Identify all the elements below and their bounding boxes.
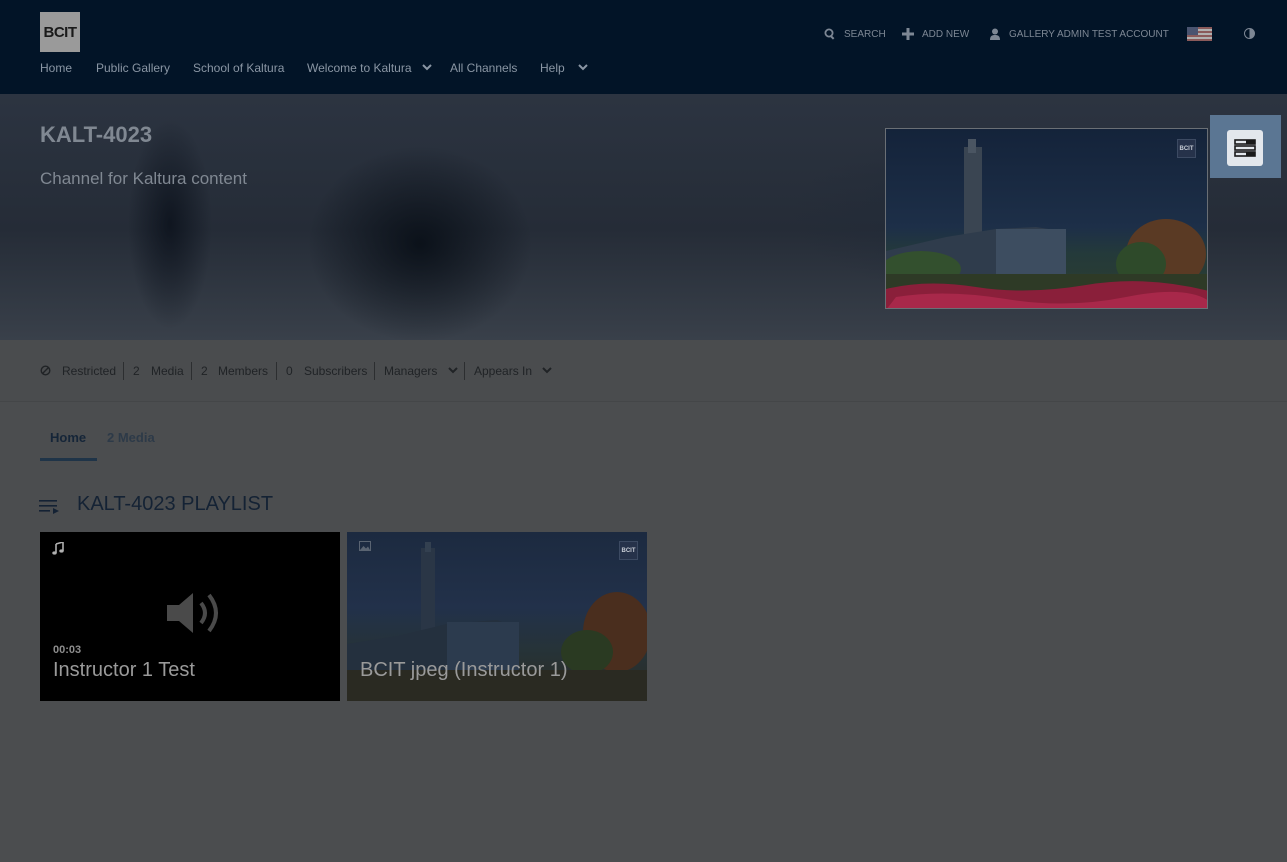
nav-help[interactable]: Help xyxy=(540,60,565,76)
divider xyxy=(191,362,192,380)
bcit-logo[interactable]: BCIT xyxy=(40,12,80,52)
playlist-item[interactable]: 00:03 Instructor 1 Test xyxy=(40,532,340,701)
language-flag-icon[interactable] xyxy=(1187,27,1212,41)
bcit-badge-icon: BCIT xyxy=(1177,139,1196,158)
chevron-down-icon[interactable] xyxy=(447,363,459,377)
bcit-badge-icon: BCIT xyxy=(619,541,638,560)
search-label: SEARCH xyxy=(844,28,886,40)
contrast-toggle-icon[interactable] xyxy=(1244,28,1255,39)
playlist-icon xyxy=(39,500,59,514)
media-label: Media xyxy=(151,364,184,378)
media-duration: 00:03 xyxy=(53,644,82,656)
divider xyxy=(123,362,124,380)
speaker-icon xyxy=(167,593,218,633)
plus-icon xyxy=(902,28,914,40)
divider xyxy=(276,362,277,380)
media-count: 2 xyxy=(133,364,140,378)
members-count: 2 xyxy=(201,364,208,378)
search-icon xyxy=(824,28,835,40)
playlist-item[interactable]: BCIT BCIT jpeg (Instructor 1) xyxy=(347,532,647,701)
top-header xyxy=(0,0,1287,94)
restricted-icon xyxy=(40,365,51,376)
account-menu[interactable]: GALLERY ADMIN TEST ACCOUNT xyxy=(989,26,1169,42)
account-label: GALLERY ADMIN TEST ACCOUNT xyxy=(1009,28,1169,40)
menu-list-icon xyxy=(1227,130,1263,166)
channel-actions-button[interactable] xyxy=(1210,115,1281,178)
add-new-label: ADD NEW xyxy=(922,28,970,40)
tab-media[interactable]: 2 Media xyxy=(107,430,155,445)
nav-home[interactable]: Home xyxy=(40,60,72,76)
privacy-status: Restricted xyxy=(62,364,117,378)
search-link[interactable]: SEARCH xyxy=(824,26,886,42)
user-icon xyxy=(990,28,1000,40)
channel-thumbnail: BCIT xyxy=(885,128,1208,309)
add-new-link[interactable]: ADD NEW xyxy=(902,26,969,42)
nav-all-channels[interactable]: All Channels xyxy=(450,60,517,76)
campus-building-image xyxy=(886,139,1207,308)
nav-school-of-kaltura[interactable]: School of Kaltura xyxy=(193,60,284,76)
nav-welcome-to-kaltura[interactable]: Welcome to Kaltura xyxy=(307,60,412,76)
chevron-down-icon[interactable] xyxy=(421,60,433,74)
music-note-icon xyxy=(52,542,64,555)
subscribers-label: Subscribers xyxy=(304,364,368,378)
image-icon xyxy=(359,541,371,551)
media-title[interactable]: BCIT jpeg (Instructor 1) xyxy=(360,659,567,682)
media-title[interactable]: Instructor 1 Test xyxy=(53,659,195,682)
divider xyxy=(464,362,465,380)
nav-public-gallery[interactable]: Public Gallery xyxy=(96,60,170,76)
chevron-down-icon[interactable] xyxy=(577,60,589,74)
channel-details-bar xyxy=(0,340,1287,402)
tab-home[interactable]: Home xyxy=(50,430,86,445)
subscribers-count: 0 xyxy=(286,364,293,378)
appears-in-dropdown[interactable]: Appears In xyxy=(474,364,532,378)
channel-title: KALT-4023 xyxy=(40,122,153,147)
channel-description: Channel for Kaltura content xyxy=(40,169,247,188)
active-tab-indicator xyxy=(40,458,97,461)
playlist-title: KALT-4023 PLAYLIST xyxy=(77,493,274,515)
divider xyxy=(374,362,375,380)
managers-dropdown[interactable]: Managers xyxy=(384,364,437,378)
chevron-down-icon[interactable] xyxy=(541,363,553,377)
members-label: Members xyxy=(218,364,269,378)
